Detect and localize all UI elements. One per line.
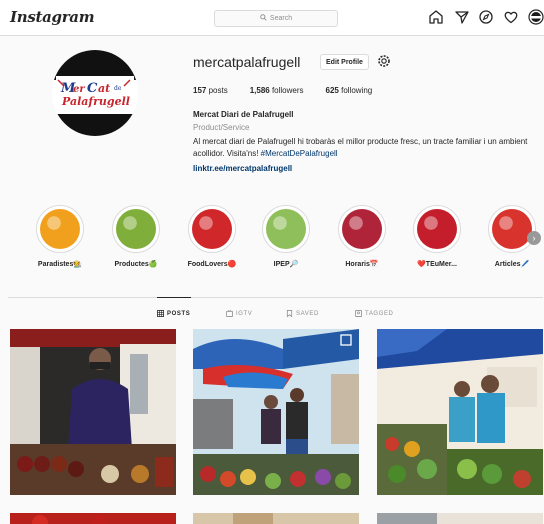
home-icon[interactable]	[428, 9, 444, 25]
following-count[interactable]: 625 following	[326, 86, 373, 95]
tabs-divider	[8, 297, 543, 298]
post-thumbnail-two-vendors[interactable]	[377, 329, 543, 495]
highlight-ring	[338, 205, 386, 253]
mercat-logo-image: M er C at de Palafrugell	[56, 76, 134, 108]
post-thumbnail-row2-2[interactable]	[193, 512, 359, 524]
highlight-ring	[413, 205, 461, 253]
bio-hashtag-link[interactable]: #MercatDePalafrugell	[261, 149, 338, 158]
tab-saved[interactable]: SAVED	[286, 310, 319, 317]
highlight-label: Productes🍏	[114, 261, 158, 268]
post-thumbnail-market-stall[interactable]	[193, 329, 359, 495]
tab-posts[interactable]: POSTS	[157, 310, 190, 317]
story-highlight[interactable]: FoodLovers🔴	[188, 205, 236, 268]
svg-text:C: C	[87, 81, 98, 96]
highlight-label: FoodLovers🔴	[187, 261, 237, 268]
profile-avatar[interactable]: M er C at de Palafrugell	[52, 50, 138, 136]
highlight-ring	[112, 205, 160, 253]
followers-count[interactable]: 1,586 followers	[250, 86, 304, 95]
highlights-next-arrow-icon[interactable]: ›	[527, 231, 541, 245]
instagram-logo[interactable]: Instagram	[10, 8, 95, 26]
highlight-cover-image	[116, 209, 156, 249]
story-highlight[interactable]: Articles🖊️	[488, 205, 536, 268]
post-thumbnail-vendor-woman[interactable]	[10, 329, 176, 495]
search-input[interactable]: Search	[214, 10, 338, 27]
igtv-icon	[226, 310, 233, 317]
profile-category: Product/Service	[193, 123, 250, 132]
tagged-icon	[355, 310, 362, 317]
top-navigation-bar: Instagram Search	[0, 0, 544, 36]
highlight-ring	[488, 205, 536, 253]
edit-profile-button[interactable]: Edit Profile	[320, 54, 369, 70]
bookmark-icon	[286, 310, 293, 317]
highlight-cover-image	[342, 209, 382, 249]
svg-text:at: at	[98, 82, 110, 95]
profile-stats: 157 posts 1,586 followers 625 following	[193, 86, 372, 95]
highlight-label: IPEP🔎	[273, 261, 299, 268]
profile-bio: Al mercat diari de Palafrugell hi trobar…	[193, 137, 528, 158]
highlight-cover-image	[192, 209, 232, 249]
tab-igtv[interactable]: IGTV	[226, 310, 252, 317]
story-highlight[interactable]: ❤️TEuMer...	[413, 205, 461, 268]
tab-tagged[interactable]: TAGGED	[355, 310, 394, 317]
direct-icon[interactable]	[454, 9, 470, 25]
svg-text:Palafrugell: Palafrugell	[61, 95, 130, 108]
active-tab-indicator	[157, 297, 191, 298]
search-placeholder: Search	[269, 15, 293, 22]
story-highlight[interactable]: IPEP🔎	[262, 205, 310, 268]
highlight-ring	[36, 205, 84, 253]
highlight-cover-image	[417, 209, 457, 249]
highlight-label: Horaris📅	[345, 261, 379, 268]
activity-heart-icon[interactable]	[503, 9, 519, 25]
story-highlight[interactable]: Productes🍏	[112, 205, 160, 268]
highlight-ring	[262, 205, 310, 253]
search-icon	[260, 14, 267, 23]
profile-full-name: Mercat Diari de Palafrugell	[193, 110, 294, 119]
posts-count: 157 posts	[193, 86, 228, 95]
story-highlight[interactable]: Paradistes🧑‍🌾	[36, 205, 84, 268]
settings-gear-icon[interactable]	[377, 54, 391, 68]
highlight-label: Articles🖊️	[494, 261, 530, 268]
highlight-label: ❤️TEuMer...	[417, 261, 457, 268]
highlight-cover-image	[40, 209, 80, 249]
highlight-cover-image	[492, 209, 532, 249]
explore-icon[interactable]	[478, 9, 494, 25]
highlight-label: Paradistes🧑‍🌾	[37, 261, 83, 268]
profile-website-link[interactable]: linktr.ee/mercatpalafrugell	[193, 164, 292, 173]
post-thumbnail-row2-3[interactable]	[377, 512, 543, 524]
post-thumbnail-row2-1[interactable]	[10, 512, 176, 524]
story-highlight[interactable]: Horaris📅	[338, 205, 386, 268]
profile-avatar-icon[interactable]	[528, 9, 544, 25]
highlight-ring	[188, 205, 236, 253]
svg-text:er: er	[73, 84, 85, 95]
svg-text:de: de	[114, 85, 122, 92]
grid-icon	[157, 310, 164, 317]
profile-username: mercatpalafrugell	[193, 54, 301, 70]
highlight-cover-image	[266, 209, 306, 249]
